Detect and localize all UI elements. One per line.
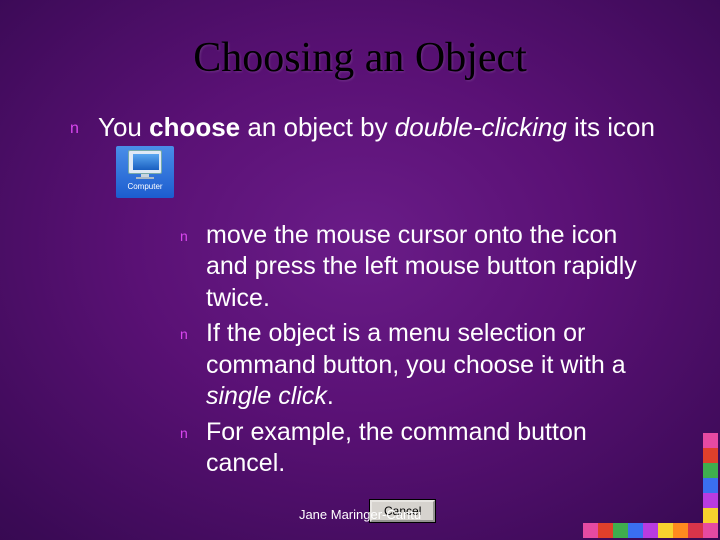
text-bold: choose [149,112,240,142]
decor-square [658,523,673,538]
decor-square [643,523,658,538]
slide-content: n You choose an object by double-clickin… [70,112,674,522]
decor-square [598,523,613,538]
bullet-icon: n [180,318,206,344]
decor-square [688,523,703,538]
decor-squares-vertical [703,433,718,523]
decor-square [628,523,643,538]
bullet-level1: n You choose an object by double-clickin… [70,112,674,198]
text-italic: single click [206,382,327,410]
bullet-icon: n [180,417,206,443]
bullet-text: move the mouse cursor onto the icon and … [206,220,664,315]
bullet-level2: n For example, the command button cancel… [180,417,664,480]
text-seg: . [327,382,334,410]
decor-square [703,463,718,478]
slide-title: Choosing an Object [0,34,720,82]
bullet-level2: n move the mouse cursor onto the icon an… [180,220,664,315]
bullet-text: For example, the command button cancel. [206,417,664,480]
decor-square [703,508,718,523]
slide: Choosing an Object n You choose an objec… [0,0,720,540]
decor-square [703,493,718,508]
decor-square [703,478,718,493]
computer-icon-label: Computer [127,182,162,192]
decor-square [703,448,718,463]
computer-icon: Computer [116,146,174,198]
decor-square [613,523,628,538]
decor-squares-horizontal [583,523,718,538]
sub-bullet-list: n move the mouse cursor onto the icon an… [180,220,664,480]
bullet-level2: n If the object is a menu selection or c… [180,318,664,413]
slide-footer: Jane Maringer-Cantu [0,507,720,522]
decor-square [673,523,688,538]
text-seg: an object by [240,112,395,142]
bullet-icon: n [180,220,206,246]
bullet-icon: n [70,112,98,139]
decor-square [703,433,718,448]
text-seg: its icon [567,112,655,142]
text-italic: double-clicking [395,112,567,142]
decor-square [583,523,598,538]
bullet-text: You choose an object by double-clicking … [98,112,674,198]
decor-square [703,523,718,538]
text-seg: You [98,112,149,142]
bullet-text: If the object is a menu selection or com… [206,318,664,413]
text-seg: If the object is a menu selection or com… [206,319,626,379]
